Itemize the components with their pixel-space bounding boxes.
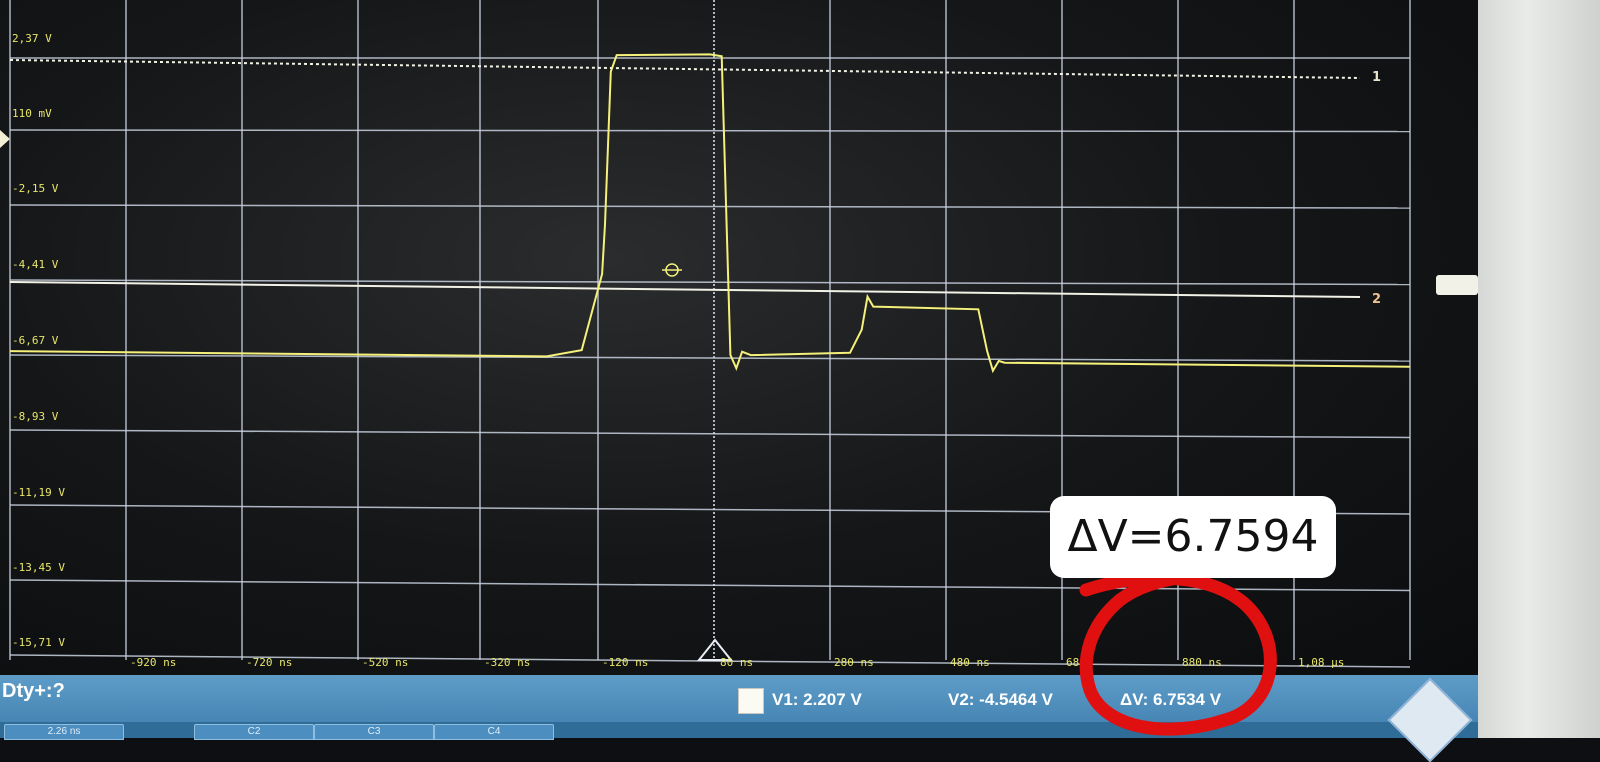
x-tick-label: 680	[1066, 656, 1086, 669]
cursor-line-v1[interactable]	[9, 59, 1361, 79]
delta-v-readout: ΔV: 6.7534 V	[1120, 690, 1222, 709]
cursor-marker-1[interactable]: 1	[1372, 70, 1381, 85]
delta-v-callout: ΔV=6.7594	[1050, 496, 1336, 578]
v2-readout: V2: -4.5464 V	[948, 690, 1053, 709]
y-tick-label: -4,41 V	[12, 258, 59, 271]
x-tick-label: -720 ns	[246, 656, 293, 669]
channel-color-swatch[interactable]	[738, 688, 764, 714]
x-tick-label: 480 ns	[950, 656, 990, 669]
x-tick-label: -920 ns	[130, 656, 177, 669]
x-tick-label: -120 ns	[602, 656, 649, 669]
x-tick-label: 1,08 µs	[1298, 656, 1345, 669]
channel-tag[interactable]	[1436, 275, 1478, 295]
y-tick-label: -6,67 V	[12, 334, 59, 347]
v1-readout: V1: 2.207 V	[772, 690, 862, 709]
waveform-trace	[9, 53, 1411, 374]
x-tick-label: -520 ns	[362, 656, 409, 669]
y-tick-label: -11,19 V	[12, 486, 65, 499]
grid-hline	[9, 354, 1411, 362]
y-tick-label: 2,37 V	[12, 32, 52, 45]
x-tick-label: 280 ns	[834, 656, 874, 669]
y-tick-label: -13,45 V	[12, 561, 65, 574]
y-tick-label: 110 mV	[12, 107, 52, 120]
grid-hline	[9, 129, 1411, 133]
x-tick-label: 880 ns	[1182, 656, 1222, 669]
grid-hline	[9, 204, 1411, 209]
cursor-marker-2[interactable]: 2	[1372, 292, 1381, 307]
y-tick-label: -8,93 V	[12, 410, 59, 423]
trigger-marker-icon	[662, 263, 682, 277]
grid-hline	[9, 579, 1411, 592]
channel-offset-arrow-icon[interactable]	[0, 130, 10, 148]
x-tick-label: -320 ns	[484, 656, 531, 669]
waveform-plot	[9, 0, 1411, 668]
duty-readout: Dty+:?	[2, 680, 65, 702]
grid-hline	[9, 429, 1411, 439]
x-tick-label: 80 ns	[720, 656, 754, 669]
y-tick-label: -2,15 V	[12, 182, 59, 195]
y-tick-label: -15,71 V	[12, 636, 65, 649]
